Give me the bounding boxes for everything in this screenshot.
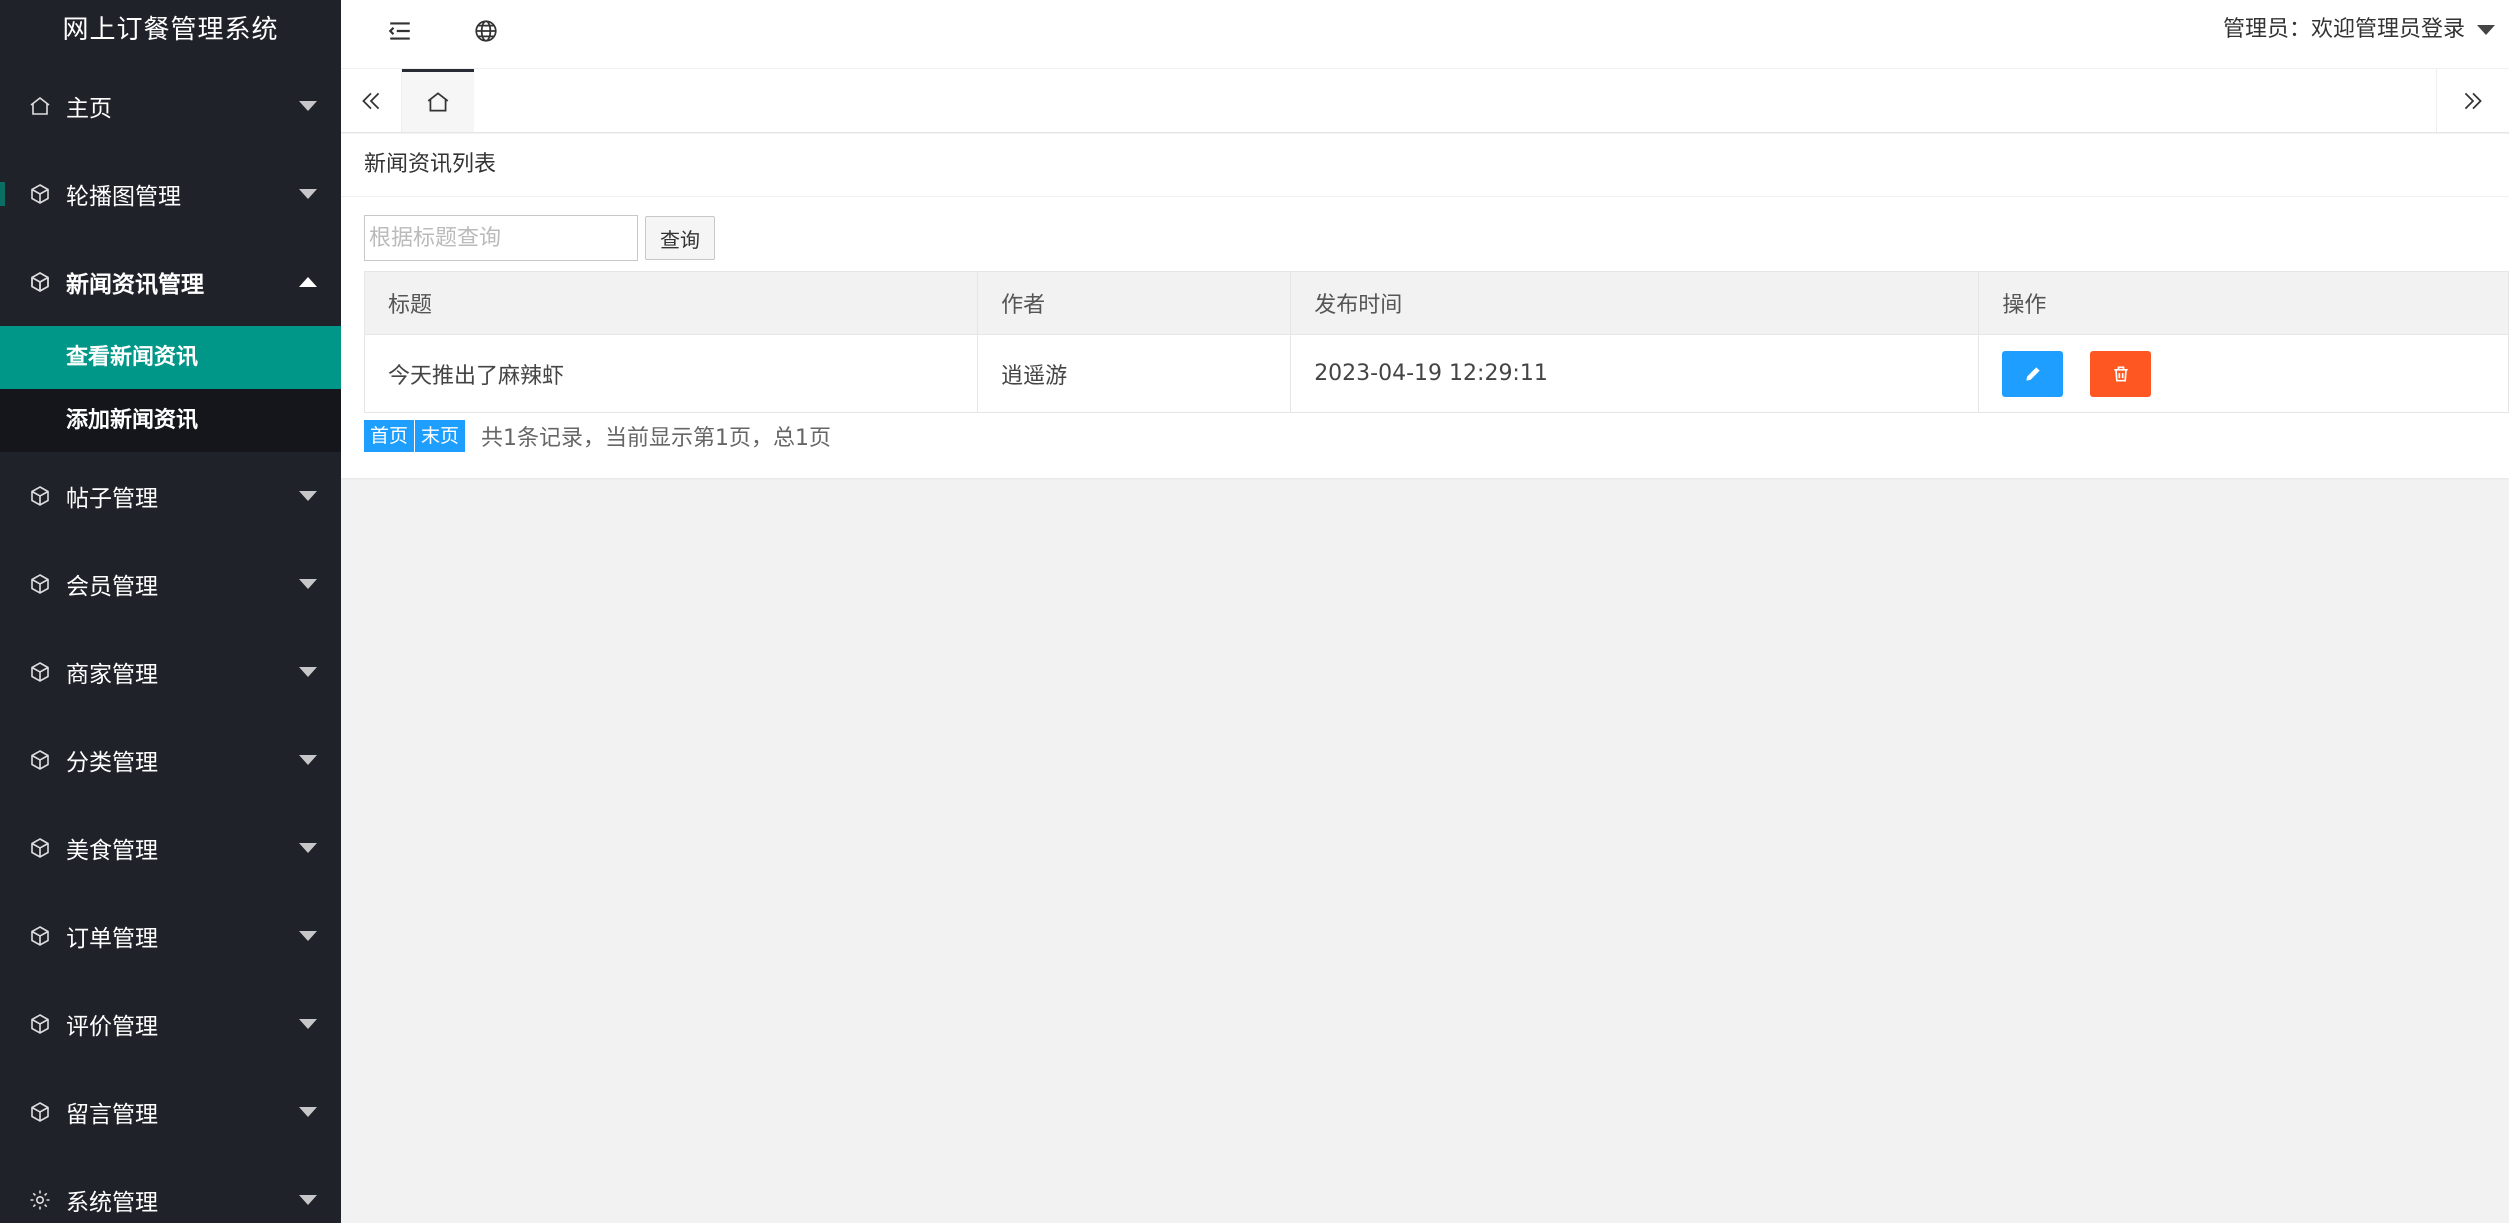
search-button[interactable]: 查询 xyxy=(645,216,715,260)
sidebar-item-categories[interactable]: 分类管理 xyxy=(0,716,341,804)
column-header-title: 标题 xyxy=(363,271,979,335)
sidebar-item-label: 会员管理 xyxy=(66,574,158,600)
user-menu[interactable]: 管理员：欢迎管理员登录 xyxy=(2223,0,2465,60)
cube-icon xyxy=(28,1100,52,1124)
cube-icon xyxy=(28,484,52,508)
chevron-down-icon xyxy=(299,667,317,677)
sidebar-item-posts[interactable]: 帖子管理 xyxy=(0,452,341,540)
chevron-down-icon xyxy=(299,1107,317,1117)
cell-author: 逍遥游 xyxy=(977,334,1292,413)
tabs-scroll-right-button[interactable] xyxy=(2436,69,2509,132)
chevron-down-icon xyxy=(299,931,317,941)
sidebar-item-label: 主页 xyxy=(66,96,112,122)
sidebar: 网上订餐管理系统 主页 轮播图管理 新闻资讯管理 查看新闻资讯 添加新闻资讯 帖… xyxy=(0,0,341,1223)
news-list-card: 新闻资讯列表 查询 标题 作者 发布时间 操作 今天推出了麻辣虾 逍遥游 202… xyxy=(341,134,2509,478)
sidebar-item-label: 订单管理 xyxy=(66,926,158,952)
sidebar-item-label: 评价管理 xyxy=(66,1014,158,1040)
edit-button[interactable] xyxy=(2002,350,2064,397)
sidebar-subitem-view-news[interactable]: 查看新闻资讯 xyxy=(0,326,341,389)
cube-icon xyxy=(28,748,52,772)
tab-home[interactable] xyxy=(402,69,474,132)
sidebar-item-reviews[interactable]: 评价管理 xyxy=(0,980,341,1068)
sidebar-item-label: 分类管理 xyxy=(66,750,158,776)
chevron-down-icon xyxy=(299,755,317,765)
pencil-icon xyxy=(2026,366,2040,381)
chevron-down-icon xyxy=(299,101,317,111)
sidebar-item-label: 留言管理 xyxy=(66,1102,158,1128)
cell-title: 今天推出了麻辣虾 xyxy=(363,334,979,413)
sidebar-item-messages[interactable]: 留言管理 xyxy=(0,1068,341,1156)
chevron-down-icon xyxy=(299,189,317,199)
chevron-up-icon xyxy=(299,277,317,287)
sidebar-item-news[interactable]: 新闻资讯管理 xyxy=(0,238,341,326)
sidebar-item-label: 轮播图管理 xyxy=(66,184,181,210)
sidebar-item-label: 美食管理 xyxy=(66,838,158,864)
table-header-row: 标题 作者 发布时间 操作 xyxy=(363,271,2509,335)
sidebar-item-label: 新闻资讯管理 xyxy=(66,272,204,298)
sidebar-item-orders[interactable]: 订单管理 xyxy=(0,892,341,980)
last-page-button[interactable]: 末页 xyxy=(415,420,466,452)
home-icon xyxy=(427,92,449,112)
first-page-button[interactable]: 首页 xyxy=(364,420,415,452)
chevron-down-icon[interactable] xyxy=(2477,25,2495,35)
delete-button[interactable] xyxy=(2090,350,2152,397)
sidebar-item-members[interactable]: 会员管理 xyxy=(0,540,341,628)
cell-time: 2023-04-19 12:29:11 xyxy=(1290,334,1980,413)
pagination: 首页 末页 共1条记录，当前显示第1页，总1页 xyxy=(364,419,831,453)
chevron-down-icon xyxy=(299,491,317,501)
cell-actions xyxy=(1978,334,2509,413)
sidebar-subitem-add-news[interactable]: 添加新闻资讯 xyxy=(0,389,341,452)
menu-fold-icon[interactable] xyxy=(385,16,415,46)
sidebar-item-carousel[interactable]: 轮播图管理 xyxy=(0,150,341,238)
app-title: 网上订餐管理系统 xyxy=(0,0,341,62)
cube-icon xyxy=(28,572,52,596)
gear-icon xyxy=(28,1188,52,1212)
chevron-down-icon xyxy=(299,1195,317,1205)
sidebar-item-system[interactable]: 系统管理 xyxy=(0,1156,341,1223)
column-header-actions: 操作 xyxy=(1978,271,2509,335)
scroll-marker xyxy=(0,182,5,206)
chevron-down-icon xyxy=(299,579,317,589)
table-row: 今天推出了麻辣虾 逍遥游 2023-04-19 12:29:11 xyxy=(363,334,2509,413)
tabs-bar xyxy=(341,69,2509,133)
search-row: 查询 xyxy=(364,215,715,261)
sidebar-item-label: 商家管理 xyxy=(66,662,158,688)
sidebar-item-merchants[interactable]: 商家管理 xyxy=(0,628,341,716)
sidebar-item-label: 系统管理 xyxy=(66,1190,158,1216)
cube-icon xyxy=(28,660,52,684)
globe-icon[interactable] xyxy=(471,16,501,46)
cube-icon xyxy=(28,182,52,206)
column-header-author: 作者 xyxy=(977,271,1292,335)
cube-icon xyxy=(28,924,52,948)
cube-icon xyxy=(28,836,52,860)
cube-icon xyxy=(28,1012,52,1036)
chevron-down-icon xyxy=(299,1019,317,1029)
column-header-time: 发布时间 xyxy=(1290,271,1980,335)
submenu-news: 查看新闻资讯 添加新闻资讯 xyxy=(0,326,341,452)
card-title: 新闻资讯列表 xyxy=(341,134,2509,197)
pagination-info: 共1条记录，当前显示第1页，总1页 xyxy=(481,426,832,451)
tabs-scroll-left-button[interactable] xyxy=(341,69,402,132)
cube-icon xyxy=(28,270,52,294)
sidebar-item-home[interactable]: 主页 xyxy=(0,62,341,150)
sidebar-item-food[interactable]: 美食管理 xyxy=(0,804,341,892)
top-header: 管理员：欢迎管理员登录 xyxy=(341,0,2509,69)
trash-icon xyxy=(2114,366,2128,381)
news-table: 标题 作者 发布时间 操作 今天推出了麻辣虾 逍遥游 2023-04-19 12… xyxy=(363,271,2509,413)
sidebar-item-label: 帖子管理 xyxy=(66,486,158,512)
home-icon xyxy=(28,94,52,118)
chevron-down-icon xyxy=(299,843,317,853)
search-input[interactable] xyxy=(364,215,638,261)
